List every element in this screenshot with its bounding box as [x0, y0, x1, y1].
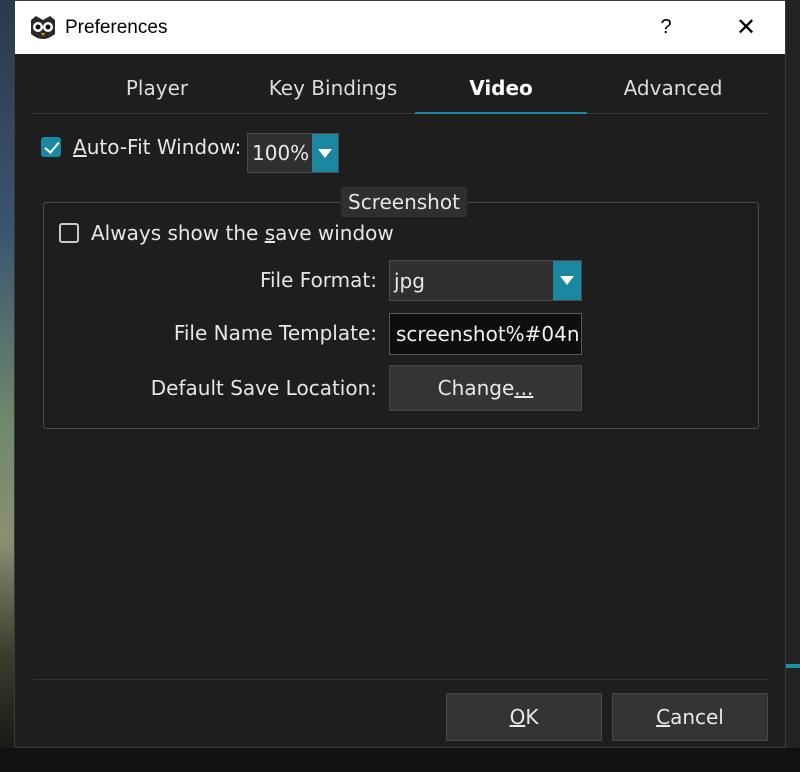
title-bar: Preferences ? ✕ [15, 1, 785, 54]
autofit-label-rest: uto-Fit Window: [86, 135, 242, 159]
help-button[interactable]: ? [643, 1, 689, 54]
tab-bar: Player Key Bindings Video Advanced [33, 63, 769, 114]
autofit-label[interactable]: Auto-Fit Window: [73, 135, 241, 159]
chevron-down-icon[interactable] [312, 134, 338, 172]
ok-label-accel: O [509, 705, 526, 729]
change-label-pre: Change [437, 376, 515, 400]
background-app-left [0, 0, 14, 772]
background-app-bottom [0, 748, 800, 772]
autofit-checkbox[interactable] [41, 137, 61, 157]
tab-advanced[interactable]: Advanced [587, 63, 759, 113]
always-show-label-pre: Always show the [91, 221, 265, 245]
cancel-label-rest: ancel [670, 705, 724, 729]
change-location-button[interactable]: Change... [389, 365, 582, 411]
owl-icon [31, 15, 55, 39]
autofit-label-first: A [73, 135, 87, 159]
footer-divider [33, 679, 769, 680]
background-app-right [786, 0, 800, 772]
file-name-template-input[interactable]: screenshot%#04n [389, 313, 582, 355]
always-show-row: Always show the save window [59, 221, 394, 245]
preferences-dialog: Preferences ? ✕ Player Key Bindings Vide… [14, 0, 786, 748]
ok-button[interactable]: OK [446, 693, 602, 741]
tab-video[interactable]: Video [415, 63, 587, 114]
change-label-ellipsis: ... [514, 376, 534, 400]
always-show-label[interactable]: Always show the save window [91, 221, 394, 245]
file-format-value: jpg [394, 268, 425, 293]
tab-key-bindings[interactable]: Key Bindings [243, 63, 423, 113]
file-name-template-label: File Name Template: [173, 321, 377, 345]
ok-label-rest: K [525, 705, 539, 729]
default-save-location-label: Default Save Location: [150, 376, 377, 400]
window-title: Preferences [65, 16, 168, 38]
autofit-size-select[interactable]: 100% [247, 133, 339, 173]
autofit-size-value: 100% [252, 141, 310, 165]
cancel-label-accel: C [656, 705, 671, 729]
always-show-label-post: ave window [275, 221, 394, 245]
always-show-label-accel: s [264, 221, 276, 245]
tab-player[interactable]: Player [77, 63, 237, 113]
screenshot-group-title: Screenshot [341, 187, 467, 217]
chevron-down-icon[interactable] [553, 261, 581, 300]
file-format-label: File Format: [259, 268, 377, 292]
always-show-checkbox[interactable] [59, 223, 79, 243]
autofit-row: Auto-Fit Window: [41, 135, 241, 159]
file-format-select[interactable]: jpg [389, 260, 582, 301]
close-button[interactable]: ✕ [723, 1, 769, 54]
cancel-button[interactable]: Cancel [612, 693, 768, 741]
